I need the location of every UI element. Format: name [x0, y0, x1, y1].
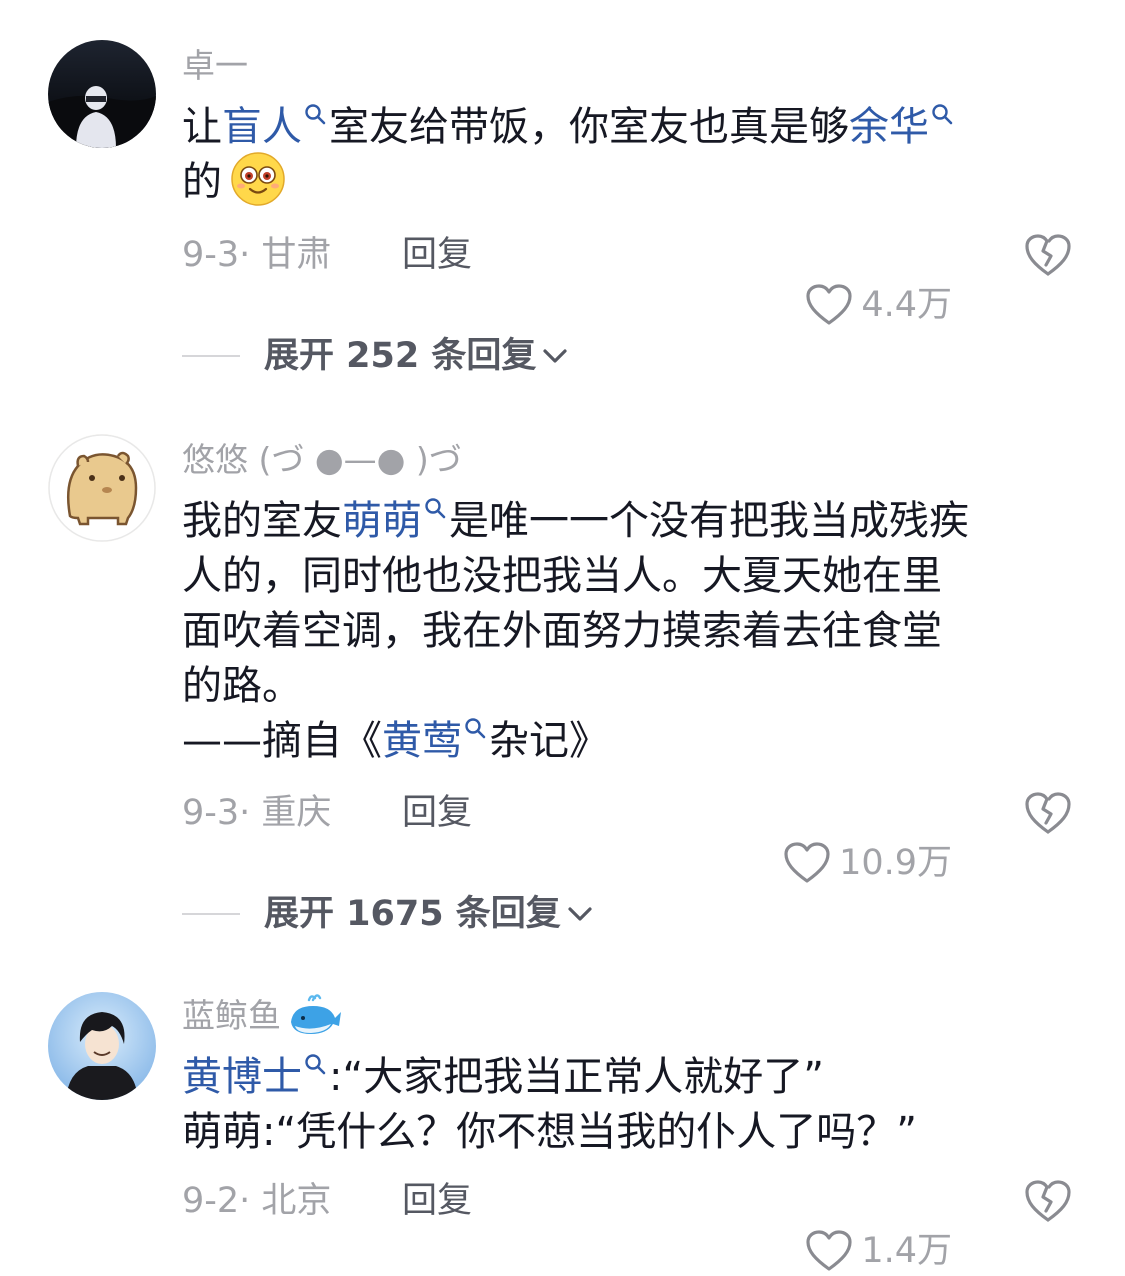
date-location: 9-3· 重庆: [182, 793, 332, 833]
text-segment: 是唯一一个没有把我当成残疾: [449, 498, 969, 544]
heart-icon: [806, 1230, 852, 1271]
text-segment: 面吹着空调，我在外面努力摸索着去往食堂: [182, 608, 942, 654]
text-segment: 室友给带饭，你室友也真是够: [329, 104, 849, 150]
comment-text: 黄博士 :“大家把我当正常人就好了” 萌萌:“凭什么？你不想当我的仆人了吗？”: [182, 1050, 1082, 1160]
text-segment: 杂记》: [489, 718, 609, 764]
broken-heart-icon[interactable]: [1024, 232, 1072, 278]
date-location: 9-3· 甘肃: [182, 235, 332, 275]
date-location: 9-2· 北京: [182, 1181, 332, 1221]
heart-icon: [784, 842, 830, 883]
like-button[interactable]: 10.9万: [783, 838, 952, 888]
expand-label: 展开 252 条回复: [264, 336, 537, 376]
username-text: 蓝鲸鱼: [182, 996, 281, 1035]
username[interactable]: 悠悠 (づ ●—● )づ: [182, 440, 462, 480]
comment-line: 萌萌:“凭什么？你不想当我的仆人了吗？”: [182, 1105, 1082, 1160]
username[interactable]: 蓝鲸鱼: [182, 993, 341, 1038]
chevron-down-icon: [543, 349, 568, 363]
comment-meta: 9-2· 北京 回复 1.4万: [182, 1176, 1082, 1271]
comment-line: 面吹着空调，我在外面努力摸索着去往食堂: [182, 604, 1082, 659]
avatar[interactable]: [48, 40, 156, 148]
comment-line: 的: [182, 152, 1082, 210]
username[interactable]: 卓一: [182, 46, 248, 86]
comment-line: ——摘自《黄莺 杂记》: [182, 714, 1082, 769]
search-icon: [932, 104, 953, 125]
comment-text: 我的室友萌萌 是唯一一个没有把我当成残疾 人的，同时他也没把我当人。大夏天她在里 …: [182, 494, 1082, 769]
reply-button[interactable]: 回复: [402, 788, 472, 838]
broken-heart-icon[interactable]: [1024, 790, 1072, 836]
text-segment: 的路。: [182, 663, 302, 709]
like-count: 4.4万: [861, 285, 952, 325]
expand-replies[interactable]: 展开 1675 条回复: [182, 892, 595, 936]
search-tag[interactable]: 黄博士: [182, 1054, 302, 1100]
divider: [182, 355, 240, 357]
text-segment: 萌萌:“凭什么？你不想当我的仆人了吗？”: [182, 1109, 917, 1155]
avatar[interactable]: [48, 434, 156, 542]
comment-meta: 9-3· 重庆 回复 10.9万: [182, 788, 1082, 883]
search-tag[interactable]: 萌萌: [342, 498, 422, 544]
comment-text: 让盲人 室友给带饭，你室友也真是够余华 的: [182, 100, 1082, 210]
search-tag[interactable]: 余华: [849, 104, 929, 150]
comment-line: 人的，同时他也没把我当人。大夏天她在里: [182, 549, 1082, 604]
like-button[interactable]: 4.4万: [805, 280, 952, 330]
whale-icon: [291, 993, 341, 1034]
divider: [182, 913, 240, 915]
search-tag[interactable]: 盲人: [222, 104, 302, 150]
expand-replies[interactable]: 展开 252 条回复: [182, 334, 570, 378]
text-segment: 的: [182, 159, 222, 205]
search-icon: [305, 104, 326, 125]
text-segment: ——摘自《: [182, 718, 382, 764]
like-button[interactable]: 1.4万: [805, 1226, 952, 1276]
heart-icon: [806, 284, 852, 325]
text-segment: 我的室友: [182, 498, 342, 544]
like-count: 10.9万: [839, 843, 952, 883]
like-count: 1.4万: [861, 1231, 952, 1271]
comment-line: 我的室友萌萌 是唯一一个没有把我当成残疾: [182, 494, 1082, 549]
reply-button[interactable]: 回复: [402, 1176, 472, 1226]
search-tag[interactable]: 黄莺: [382, 718, 462, 764]
search-icon: [305, 1054, 326, 1075]
avatar[interactable]: [48, 992, 156, 1100]
comment-line: 黄博士 :“大家把我当正常人就好了”: [182, 1050, 1082, 1105]
expand-label: 展开 1675 条回复: [264, 894, 561, 934]
search-icon: [425, 498, 446, 519]
chevron-down-icon: [568, 907, 592, 921]
smile-emoji-icon: [231, 152, 285, 206]
comment-line: 让盲人 室友给带饭，你室友也真是够余华: [182, 100, 1082, 155]
comment-meta: 9-3· 甘肃 回复 4.4万: [182, 230, 1082, 325]
reply-button[interactable]: 回复: [402, 230, 472, 280]
text-segment: :“大家把我当正常人就好了”: [329, 1054, 824, 1100]
search-icon: [465, 718, 486, 739]
text-segment: 人的，同时他也没把我当人。大夏天她在里: [182, 553, 942, 599]
text-segment: 让: [182, 104, 222, 150]
comment-line: 的路。: [182, 659, 1082, 714]
broken-heart-icon[interactable]: [1024, 1178, 1072, 1224]
